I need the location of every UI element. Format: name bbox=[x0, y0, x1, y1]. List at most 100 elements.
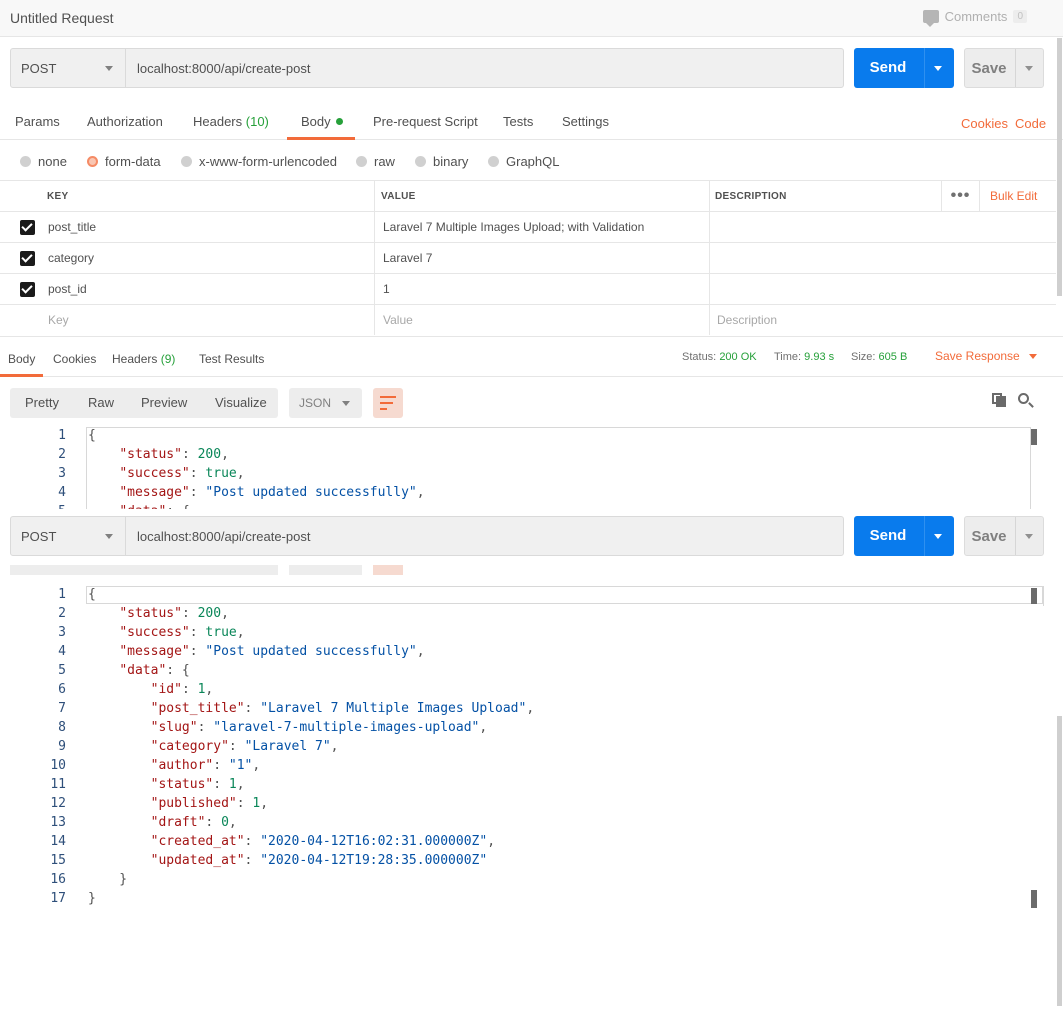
method-select[interactable]: POST bbox=[10, 516, 126, 556]
view-visualize[interactable]: Visualize bbox=[215, 395, 267, 410]
radio-icon bbox=[356, 156, 367, 167]
more-options-icon[interactable]: ••• bbox=[941, 181, 979, 211]
format-select[interactable]: JSON bbox=[289, 388, 362, 418]
radio-binary[interactable]: binary bbox=[415, 154, 468, 169]
radio-label: x-www-form-urlencoded bbox=[199, 154, 337, 169]
send-button[interactable]: Send bbox=[854, 516, 954, 556]
tab-params[interactable]: Params bbox=[15, 114, 60, 129]
save-button[interactable]: Save bbox=[964, 516, 1044, 556]
row-value[interactable]: Laravel 7 bbox=[374, 243, 709, 273]
size-indicator: Size: 605 B bbox=[851, 351, 907, 363]
tab-body[interactable]: Body bbox=[301, 114, 343, 129]
copy-icon[interactable] bbox=[992, 393, 1006, 407]
code-token: "laravel-7-multiple-images-upload" bbox=[213, 720, 480, 735]
response-tab-headers-label: Headers bbox=[112, 352, 158, 366]
radio-graphql[interactable]: GraphQL bbox=[488, 154, 559, 169]
row-description[interactable] bbox=[709, 212, 1056, 242]
code-token: , bbox=[526, 701, 535, 716]
code-token: : bbox=[181, 682, 198, 697]
description-placeholder[interactable]: Description bbox=[709, 305, 1056, 335]
response-tab-headers[interactable]: Headers (9) bbox=[112, 352, 175, 366]
row-key[interactable]: post_title bbox=[48, 212, 96, 242]
save-label: Save bbox=[971, 60, 1007, 77]
view-pretty[interactable]: Pretty bbox=[25, 395, 59, 410]
row-checkbox[interactable] bbox=[20, 281, 35, 297]
response-tab-body[interactable]: Body bbox=[8, 352, 35, 366]
key-placeholder[interactable]: Key bbox=[48, 305, 69, 335]
row-value[interactable]: Laravel 7 Multiple Images Upload; with V… bbox=[374, 212, 709, 242]
view-preview[interactable]: Preview bbox=[141, 395, 187, 410]
code-token: "status" bbox=[150, 777, 214, 792]
code-token: "updated_at" bbox=[150, 853, 245, 868]
radio-x-www-form-urlencoded[interactable]: x-www-form-urlencoded bbox=[181, 154, 337, 169]
editor-scrollbar-thumb-top[interactable] bbox=[1031, 588, 1037, 604]
url-input[interactable]: localhost:8000/api/create-post bbox=[125, 48, 844, 88]
editor-scrollbar-thumb-bottom[interactable] bbox=[1031, 890, 1037, 908]
request-tabs: Params Authorization Headers (10) Body P… bbox=[0, 102, 1063, 140]
send-options-chevron-icon[interactable] bbox=[934, 66, 942, 71]
cookies-link[interactable]: Cookies bbox=[961, 116, 1008, 131]
row-description[interactable] bbox=[709, 243, 1056, 273]
code-token: , bbox=[252, 758, 261, 773]
tab-authorization[interactable]: Authorization bbox=[87, 114, 163, 129]
response-tab-test-results[interactable]: Test Results bbox=[199, 352, 264, 366]
tab-headers[interactable]: Headers (10) bbox=[193, 114, 269, 129]
tab-settings[interactable]: Settings bbox=[562, 114, 609, 129]
editor-scrollbar-thumb[interactable] bbox=[1031, 429, 1037, 445]
page-scrollbar-thumb-top[interactable] bbox=[1057, 38, 1062, 296]
tab-tests[interactable]: Tests bbox=[503, 114, 533, 129]
code-token: "draft" bbox=[150, 815, 206, 830]
view-raw[interactable]: Raw bbox=[88, 395, 114, 410]
radio-form-data[interactable]: form-data bbox=[87, 154, 161, 169]
method-select[interactable]: POST bbox=[10, 48, 126, 88]
code-line: "success": true, bbox=[88, 625, 244, 640]
row-key[interactable]: post_id bbox=[48, 274, 87, 304]
save-response-button[interactable]: Save Response bbox=[935, 349, 1038, 363]
url-input[interactable]: localhost:8000/api/create-post bbox=[125, 516, 844, 556]
code-token: "Laravel 7 Multiple Images Upload" bbox=[260, 701, 527, 716]
value-placeholder[interactable]: Value bbox=[374, 305, 709, 335]
row-checkbox[interactable] bbox=[20, 250, 35, 266]
line-number: 12 bbox=[50, 796, 66, 811]
chevron-down-icon bbox=[105, 534, 113, 539]
method-value: POST bbox=[21, 61, 57, 76]
row-description[interactable] bbox=[709, 274, 1056, 304]
response-tabs: Body Cookies Headers (9) Test Results St… bbox=[0, 336, 1063, 377]
send-options-chevron-icon[interactable] bbox=[934, 534, 942, 539]
tab-prerequest-script[interactable]: Pre-request Script bbox=[373, 114, 478, 129]
save-options-chevron-icon[interactable] bbox=[1025, 534, 1033, 539]
tab-headers-label: Headers bbox=[193, 114, 243, 129]
radio-icon bbox=[415, 156, 426, 167]
table-row: post_id 1 bbox=[0, 273, 1056, 304]
active-line-highlight bbox=[86, 586, 1043, 604]
comments-label: Comments bbox=[944, 9, 1008, 24]
page-scrollbar-thumb-bottom[interactable] bbox=[1057, 716, 1062, 1006]
row-checkbox[interactable] bbox=[20, 219, 35, 235]
table-row: post_title Laravel 7 Multiple Images Upl… bbox=[0, 211, 1056, 242]
line-number: 8 bbox=[58, 720, 66, 735]
comments-button[interactable]: Comments 0 bbox=[922, 9, 1027, 27]
table-row-empty: Key Value Description bbox=[0, 304, 1056, 335]
save-options-chevron-icon[interactable] bbox=[1025, 66, 1033, 71]
code-token: "category" bbox=[150, 739, 229, 754]
request-title[interactable]: Untitled Request bbox=[10, 10, 114, 26]
search-icon[interactable] bbox=[1018, 393, 1034, 409]
view-mode-bar: Pretty Raw Preview Visualize bbox=[10, 388, 278, 418]
save-button[interactable]: Save bbox=[964, 48, 1044, 88]
row-key[interactable]: category bbox=[48, 243, 94, 273]
wrap-lines-icon[interactable] bbox=[373, 388, 403, 418]
row-value[interactable]: 1 bbox=[374, 274, 709, 304]
bulk-edit-link[interactable]: Bulk Edit bbox=[979, 181, 1037, 211]
code-token: } bbox=[88, 872, 128, 887]
response-tab-cookies[interactable]: Cookies bbox=[53, 352, 96, 366]
code-token: "message" bbox=[119, 644, 190, 659]
code-link[interactable]: Code bbox=[1015, 116, 1046, 131]
radio-none[interactable]: none bbox=[20, 154, 67, 169]
send-button[interactable]: Send bbox=[854, 48, 954, 88]
line-number: 2 bbox=[58, 447, 66, 462]
code-token: true bbox=[205, 625, 237, 640]
line-number: 1 bbox=[58, 428, 66, 443]
radio-raw[interactable]: raw bbox=[356, 154, 395, 169]
